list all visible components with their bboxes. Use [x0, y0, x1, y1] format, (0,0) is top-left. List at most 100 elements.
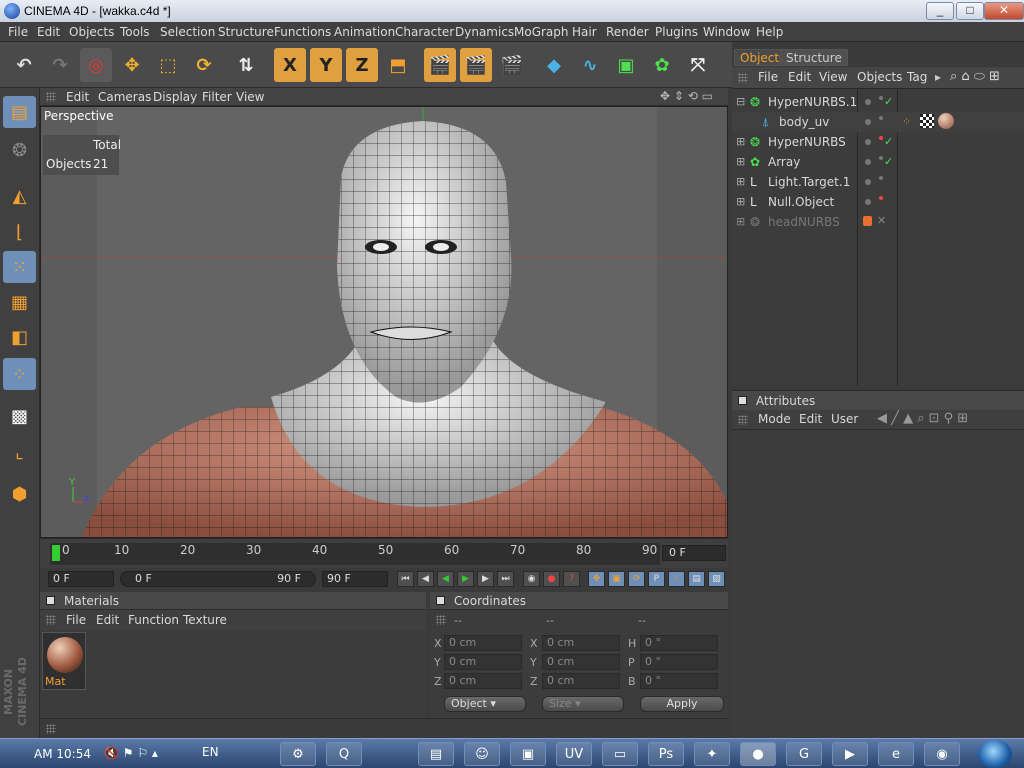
previous-key-icon[interactable]: ◀ [417, 571, 434, 587]
visibility-dot[interactable] [865, 199, 871, 205]
next-key-icon[interactable]: ▶ [477, 571, 494, 587]
materials-menu-edit[interactable]: Edit [96, 613, 119, 627]
maximize-button[interactable]: □ [956, 2, 984, 20]
menu-structure[interactable]: Structure [218, 25, 274, 39]
interpolation-icon[interactable]: ▤ [688, 571, 705, 587]
panel-grip[interactable] [738, 415, 748, 425]
object-row-hypernurbs[interactable]: ⊞ ❂ HyperNURBS ✓ [732, 132, 1024, 152]
start-button[interactable] [978, 740, 1012, 768]
visibility-dot[interactable] [865, 179, 871, 185]
undo-icon[interactable]: ↶ [8, 48, 40, 82]
attributes-menu-user[interactable]: User [831, 412, 858, 426]
visibility-dot[interactable] [865, 99, 871, 105]
visibility-dot[interactable] [879, 176, 883, 180]
autokey-icon[interactable]: ● [543, 571, 560, 587]
phong-tag-icon[interactable]: ⁘ [902, 115, 911, 128]
objects-menu-objects[interactable]: Objects [857, 70, 902, 84]
make-editable-icon[interactable]: ▤ [3, 96, 36, 128]
size-y-field[interactable]: 0 cm [542, 654, 620, 670]
ide-icon[interactable]: ▣ [510, 742, 546, 766]
viewport-menu-view[interactable]: View [236, 90, 264, 104]
go-to-start-icon[interactable]: ⏮ [397, 571, 414, 587]
render-view-icon[interactable]: 🎬 [424, 48, 456, 82]
live-selection-icon[interactable]: ◎ [80, 48, 112, 82]
range-slider[interactable]: 0 F 90 F [120, 571, 316, 587]
cinema4d-icon[interactable]: ● [740, 742, 776, 766]
record-keys-icon[interactable]: ◉ [523, 571, 540, 587]
menu-file[interactable]: File [8, 25, 28, 39]
rot-b-field[interactable]: 0 ° [640, 673, 718, 689]
coordinate-mode-select[interactable]: Object ▾ [444, 696, 526, 712]
grid-toggle-icon[interactable]: ❂ [3, 134, 36, 166]
points-mode-icon[interactable]: ⁙ [3, 251, 36, 283]
expand-icon[interactable]: ⊞ [736, 135, 745, 148]
viewport-menu-display[interactable]: Display [153, 90, 197, 104]
model-mode-icon[interactable]: ◭ [3, 180, 36, 212]
messenger-icon[interactable]: ☺ [464, 742, 500, 766]
spline-pen-icon[interactable]: ∿ [574, 48, 606, 82]
layer-lock-icon[interactable] [863, 216, 872, 226]
visibility-dot[interactable] [865, 119, 871, 125]
uv-icon[interactable]: UV [556, 742, 592, 766]
menu-dynamics[interactable]: Dynamics [455, 25, 514, 39]
menu-edit[interactable]: Edit [37, 25, 60, 39]
visibility-dot[interactable] [879, 96, 883, 100]
tray-icons[interactable]: 🔇 ⚑ ⚐ ▴ [104, 746, 158, 760]
panel-toggle-icon[interactable] [46, 596, 55, 605]
playhead[interactable] [52, 545, 60, 561]
scale-icon[interactable]: ⬚ [152, 48, 184, 82]
object-row-headnurbs[interactable]: ⊞ ❂ headNURBS ✕ [732, 212, 1024, 232]
modeling-array-icon[interactable]: ✿ [646, 48, 678, 82]
menu-objects[interactable]: Objects [69, 25, 114, 39]
visibility-dot[interactable] [865, 159, 871, 165]
close-button[interactable]: ✕ [984, 2, 1024, 20]
render-picture-viewer-icon[interactable]: 🎬 [460, 48, 492, 82]
menu-plugins[interactable]: Plugins [655, 25, 698, 39]
visibility-dot[interactable] [879, 196, 883, 200]
menu-functions[interactable]: Functions [274, 25, 331, 39]
sculpt-icon[interactable]: ⬢ [3, 478, 36, 510]
viewport-menu-cameras[interactable]: Cameras [98, 90, 151, 104]
gadget-icon[interactable]: G [786, 742, 822, 766]
key-scale-icon[interactable]: ▣ [608, 571, 625, 587]
expand-icon[interactable]: ⊞ [736, 195, 745, 208]
z-axis-lock-button[interactable]: Z [346, 48, 378, 82]
size-z-field[interactable]: 0 cm [542, 673, 620, 689]
pos-z-field[interactable]: 0 cm [444, 673, 522, 689]
collapse-icon[interactable]: ⊟ [736, 95, 745, 108]
key-position-icon[interactable]: ✥ [588, 571, 605, 587]
key-rotation-icon[interactable]: ⟳ [628, 571, 645, 587]
menu-selection[interactable]: Selection [160, 25, 215, 39]
expand-icon[interactable]: ⊞ [736, 175, 745, 188]
objects-menu-edit[interactable]: Edit [788, 70, 811, 84]
apply-button[interactable]: Apply [640, 696, 724, 712]
rot-h-field[interactable]: 0 ° [640, 635, 718, 651]
key-parameter-icon[interactable]: P [648, 571, 665, 587]
objects-menu-file[interactable]: File [758, 70, 778, 84]
attributes-menu-edit[interactable]: Edit [799, 412, 822, 426]
menu-hair[interactable]: Hair [572, 25, 597, 39]
panel-toggle-icon[interactable] [436, 596, 445, 605]
y-axis-lock-button[interactable]: Y [310, 48, 342, 82]
redo-icon[interactable]: ↷ [44, 48, 76, 82]
object-row-hypernurbs-1[interactable]: ⊟ ❂ HyperNURBS.1 ✓ [732, 92, 1024, 112]
menu-character[interactable]: Character [395, 25, 454, 39]
tweak-mode-icon[interactable]: ⁘ [3, 358, 36, 390]
expand-icon[interactable]: ⊞ [736, 155, 745, 168]
play-backward-icon[interactable]: ◀ [437, 571, 454, 587]
character-icon[interactable]: ✦ [694, 742, 730, 766]
attributes-menu-mode[interactable]: Mode [758, 412, 791, 426]
timeline-window-icon[interactable]: ▧ [708, 571, 725, 587]
viewport-menu-filter[interactable]: Filter [202, 90, 232, 104]
enabled-check[interactable]: ✓ [884, 95, 893, 108]
object-search-icons[interactable]: ⌕ ⌂ ⬭ ⊞ [950, 69, 1000, 84]
media-icon[interactable]: ▶ [832, 742, 868, 766]
start-frame-field[interactable]: 0 F [48, 571, 114, 587]
go-to-end-icon[interactable]: ⏭ [497, 571, 514, 587]
menu-help[interactable]: Help [756, 25, 783, 39]
viewport-navigation-icons[interactable]: ✥ ⇕ ⟲ ▭ [660, 89, 713, 103]
world-coordinates-icon[interactable]: ⬒ [382, 48, 414, 82]
menu-mograph[interactable]: MoGraph [514, 25, 569, 39]
rotate-icon[interactable]: ⟳ [188, 48, 220, 82]
enabled-check[interactable]: ✓ [884, 155, 893, 168]
